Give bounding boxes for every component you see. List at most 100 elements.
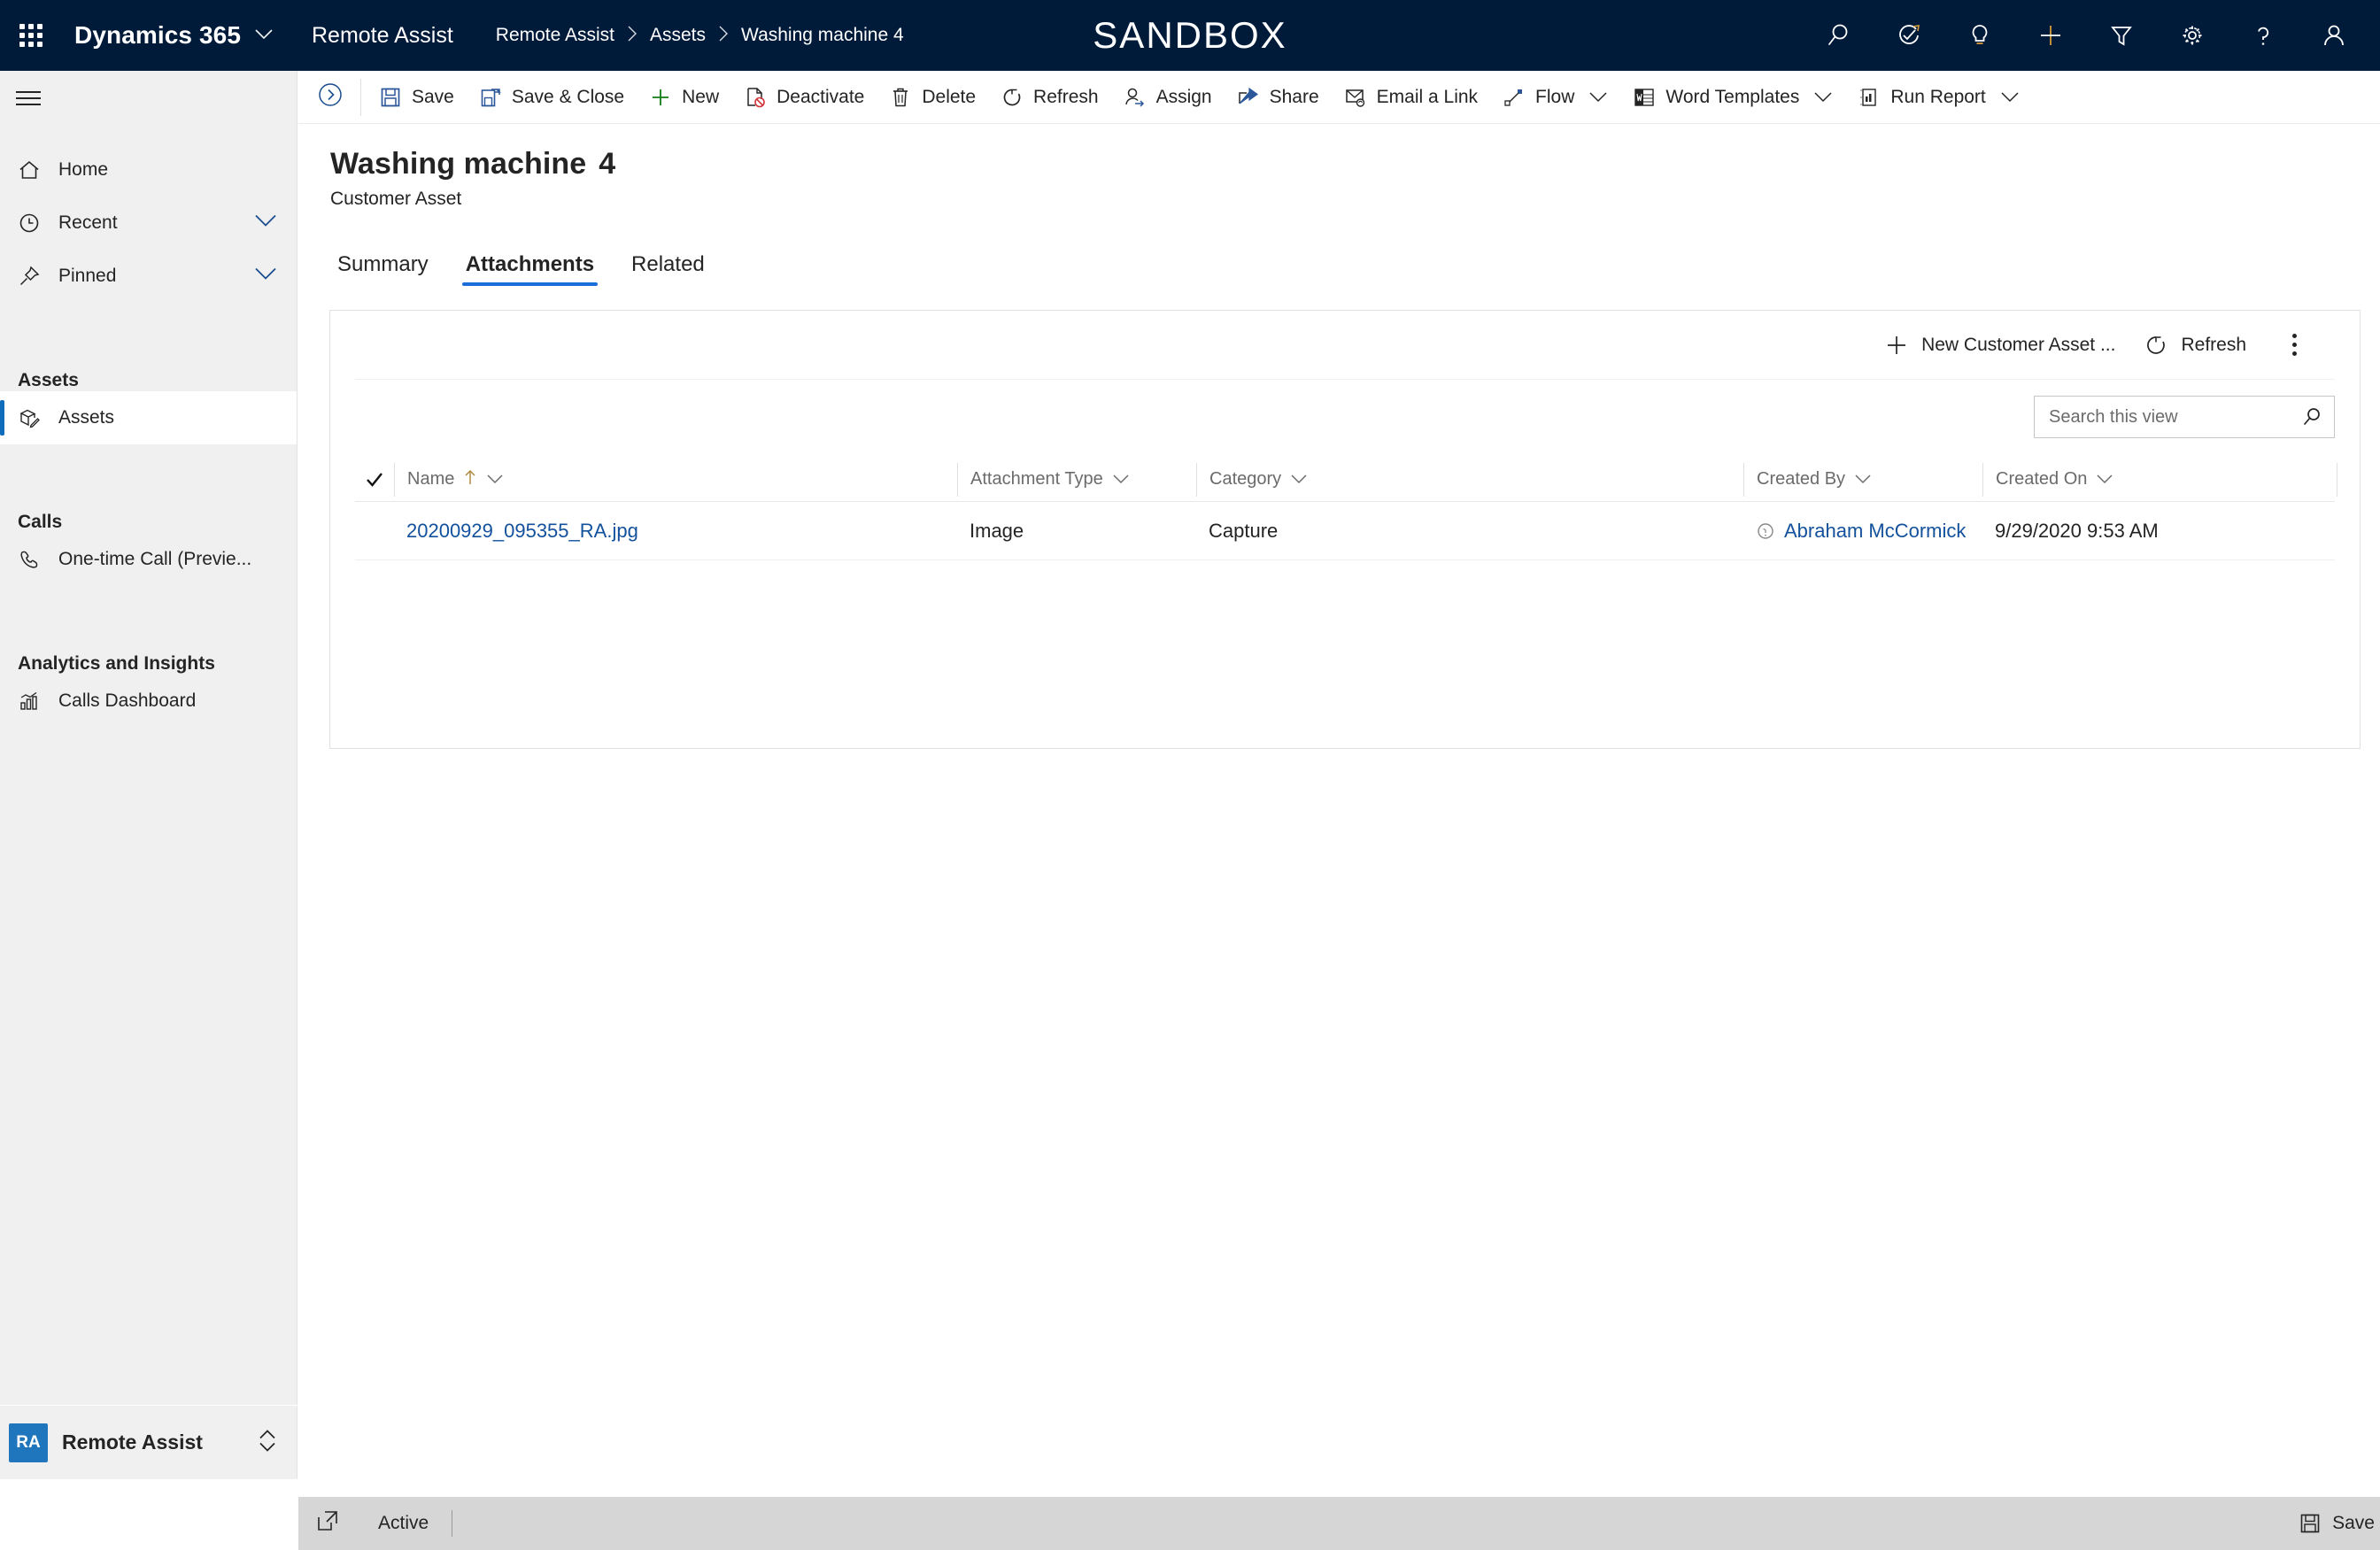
settings-button[interactable]: [2157, 0, 2228, 71]
chevron-down-icon[interactable]: [1588, 91, 1608, 104]
clock-icon: [18, 212, 51, 235]
cell-name[interactable]: 20200929_095355_RA.jpg: [394, 520, 957, 543]
column-header-name[interactable]: Name: [394, 462, 957, 497]
save-button[interactable]: Save: [367, 71, 467, 124]
save-and-close-button[interactable]: Save & Close: [467, 71, 637, 124]
cell-category: Capture: [1209, 519, 1279, 542]
breadcrumb-item-1[interactable]: Assets: [650, 25, 706, 46]
plus-icon: [649, 86, 672, 109]
app-badge: RA: [9, 1423, 48, 1462]
column-header-label: Created By: [1757, 469, 1846, 489]
chevron-down-icon[interactable]: [486, 474, 504, 485]
email-a-link-button[interactable]: Email a Link: [1332, 71, 1490, 124]
breadcrumb-item-0[interactable]: Remote Assist: [496, 25, 614, 46]
waffle-icon: [19, 24, 42, 47]
page-title-text: Washing machine: [330, 147, 587, 181]
breadcrumb-separator-icon: [718, 25, 729, 47]
sidebar-item-home[interactable]: Home: [0, 143, 297, 197]
table-row[interactable]: 20200929_095355_RA.jpg Image Capture Abr…: [355, 502, 2335, 560]
status-save-button[interactable]: Save: [2299, 1497, 2380, 1550]
deactivate-button[interactable]: Deactivate: [731, 71, 877, 124]
app-switcher-footer[interactable]: RA Remote Assist: [0, 1405, 298, 1479]
command-label: Save: [412, 86, 454, 107]
chevron-down-icon[interactable]: [1854, 474, 1872, 485]
subgrid-more-commands-button[interactable]: [2273, 320, 2315, 370]
relationship-assistant-button[interactable]: [1874, 0, 1944, 71]
created-by-link[interactable]: Abraham McCormick: [1784, 520, 1966, 543]
sidebar-item-pinned[interactable]: Pinned: [0, 250, 297, 303]
breadcrumb-item-2[interactable]: Washing machine 4: [741, 25, 904, 46]
user-profile-button[interactable]: [2299, 0, 2369, 71]
sidebar-item-one-time-call[interactable]: One-time Call (Previe...: [0, 533, 297, 586]
column-header-attachment-type[interactable]: Attachment Type: [957, 462, 1196, 497]
search-button[interactable]: [1803, 0, 1874, 71]
search-input[interactable]: [2049, 406, 2300, 428]
record-header: Washing machine 4 Customer Asset: [298, 124, 2380, 210]
tab-related[interactable]: Related: [621, 252, 715, 286]
command-label: New: [682, 86, 720, 107]
chevron-down-icon[interactable]: [1112, 474, 1130, 485]
chevron-down-icon[interactable]: [1290, 474, 1308, 485]
chevron-down-icon[interactable]: [2000, 91, 2020, 104]
sidebar-item-label: Home: [58, 159, 109, 180]
email-link-icon: [1344, 86, 1367, 109]
tab-summary[interactable]: Summary: [327, 252, 439, 286]
sidebar-item-calls-dashboard[interactable]: Calls Dashboard: [0, 675, 297, 728]
chevron-down-icon[interactable]: [2096, 474, 2113, 485]
refresh-button[interactable]: Refresh: [988, 71, 1111, 124]
kebab-menu-icon: [2291, 332, 2297, 359]
subgrid-refresh-button[interactable]: Refresh: [2129, 318, 2260, 373]
save-icon: [2299, 1512, 2322, 1535]
share-button[interactable]: Share: [1225, 71, 1332, 124]
quick-create-button[interactable]: [2015, 0, 2086, 71]
sidebar-item-recent[interactable]: Recent: [0, 197, 297, 250]
delete-button[interactable]: Delete: [877, 71, 988, 124]
search-icon: [1823, 20, 1853, 50]
sidebar-toggle-button[interactable]: [0, 71, 298, 126]
attachments-grid: Name Attachment Type Category Created By…: [355, 458, 2338, 560]
app-launcher-button[interactable]: [0, 0, 62, 71]
chevron-down-icon[interactable]: [1813, 91, 1833, 104]
attachment-name-link[interactable]: 20200929_095355_RA.jpg: [406, 520, 638, 543]
refresh-icon: [2144, 333, 2168, 358]
plus-icon: [1884, 333, 1909, 358]
assign-icon: [1124, 86, 1147, 109]
column-header-label: Attachment Type: [970, 469, 1103, 489]
word-templates-button[interactable]: Word Templates: [1620, 71, 1845, 124]
select-all-checkbox[interactable]: [355, 469, 394, 490]
brand-title: Dynamics 365: [74, 21, 241, 49]
entity-type-label: Customer Asset: [330, 189, 462, 209]
column-header-category[interactable]: Category: [1196, 462, 1743, 497]
tab-attachments[interactable]: Attachments: [455, 252, 605, 286]
brand-chevron-down-icon[interactable]: [255, 27, 273, 44]
sort-ascending-icon: [463, 468, 477, 491]
command-label: Word Templates: [1665, 86, 1800, 107]
filter-icon: [2106, 20, 2137, 50]
sidebar-item-label: One-time Call (Previe...: [58, 549, 252, 569]
flow-button[interactable]: Flow: [1490, 71, 1620, 124]
open-in-new-window-button[interactable]: [298, 1508, 357, 1538]
new-button[interactable]: New: [637, 71, 731, 124]
chevron-right-circle-icon: [316, 81, 344, 113]
lightbulb-icon: [1965, 20, 1995, 50]
help-button[interactable]: [2228, 0, 2299, 71]
subgrid-command-label: New Customer Asset ...: [1921, 334, 2116, 355]
chart-icon: [18, 690, 51, 713]
assign-button[interactable]: Assign: [1111, 71, 1225, 124]
search-this-view-box[interactable]: [2034, 396, 2335, 438]
command-bar-expand-button[interactable]: [305, 71, 355, 124]
command-label: Email a Link: [1376, 86, 1479, 107]
sidebar-item-assets[interactable]: Assets: [0, 391, 297, 444]
chevron-down-icon[interactable]: [254, 267, 277, 286]
command-bar-divider: [360, 78, 361, 116]
chevron-down-icon[interactable]: [254, 214, 277, 233]
column-header-created-by[interactable]: Created By: [1743, 462, 1982, 497]
filter-button[interactable]: [2086, 0, 2157, 71]
search-icon[interactable]: [2300, 405, 2323, 428]
chevron-up-down-icon[interactable]: [257, 1425, 278, 1460]
run-report-button[interactable]: Run Report: [1845, 71, 2031, 124]
column-header-created-on[interactable]: Created On: [1982, 462, 2337, 497]
share-icon: [1237, 86, 1260, 109]
new-customer-asset-attachment-button[interactable]: New Customer Asset ...: [1870, 318, 2129, 373]
insights-button[interactable]: [1944, 0, 2015, 71]
